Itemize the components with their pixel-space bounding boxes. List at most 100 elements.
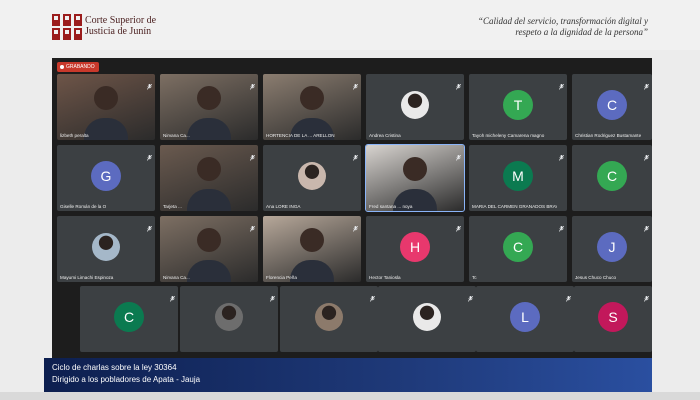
participant-tile[interactable]: L — [476, 286, 574, 352]
event-banner: Ciclo de charlas sobre la ley 30364 Diri… — [44, 358, 652, 392]
avatar: S — [598, 302, 628, 332]
participant-tile[interactable]: H Hector Taniosla — [366, 216, 464, 282]
participant-name: Nirvana Ca... — [163, 275, 190, 280]
mic-off-icon — [455, 148, 462, 161]
mic-off-icon — [352, 148, 359, 161]
slogan-line2: respeto a la dignidad de la persona” — [515, 27, 648, 37]
meeting-screen: GRABANDO lizbeth peralta Nirvana Ca... HOR… — [52, 58, 652, 358]
participant-name: Christian Rodriguez Bustamante — [575, 133, 642, 138]
mic-off-icon — [643, 77, 650, 90]
video-feed — [300, 227, 324, 252]
participant-tile[interactable]: Nirvana Ca... — [160, 74, 258, 140]
participant-tile[interactable]: C — [80, 286, 178, 352]
mic-off-icon — [249, 219, 256, 232]
avatar: M — [503, 161, 533, 191]
participant-name: HORTENCIA DE LA ... ARELLON — [266, 133, 335, 138]
mic-off-icon — [352, 77, 359, 90]
participant-name: MARIA DEL CARMEN GRANADOS BRAVO — [472, 204, 557, 209]
avatar: C — [503, 232, 533, 262]
participant-name: Tc — [472, 275, 477, 280]
mic-off-icon — [455, 77, 462, 90]
participant-tile[interactable]: Tarjeta ... — [160, 145, 258, 211]
mic-off-icon — [146, 219, 153, 232]
mic-off-icon — [269, 289, 276, 302]
avatar: J — [597, 232, 627, 262]
participant-tile[interactable]: Mayumi Limachi Espinoza — [57, 216, 155, 282]
video-feed — [197, 227, 221, 252]
participant-tile[interactable]: J Jesus Chuco Chuco — [572, 216, 652, 282]
avatar: C — [597, 90, 627, 120]
participant-name: Jesus Chuco Chuco — [575, 275, 617, 280]
participant-tile[interactable]: S — [574, 286, 652, 352]
profile-photo — [215, 303, 243, 331]
video-feed — [403, 156, 427, 181]
mic-off-icon — [169, 289, 176, 302]
mic-off-icon — [643, 289, 650, 302]
banner-title: Ciclo de charlas sobre la ley 30364 — [52, 363, 177, 372]
participant-tile[interactable] — [280, 286, 378, 352]
mic-off-icon — [558, 148, 565, 161]
participant-name: Hector Taniosla — [369, 275, 401, 280]
profile-photo — [401, 91, 429, 119]
participant-name: Tarjeta ... — [163, 204, 182, 209]
mic-off-icon — [369, 289, 376, 302]
slogan: “Calidad del servicio, transformación di… — [448, 16, 648, 38]
video-feed — [94, 85, 118, 110]
avatar: T — [503, 90, 533, 120]
participant-tile[interactable]: C — [572, 145, 652, 211]
participant-tile[interactable]: Fred santana ... noya — [365, 144, 465, 212]
participant-tile[interactable]: Nirvana Ca... — [160, 216, 258, 282]
mic-off-icon — [643, 148, 650, 161]
participant-name: Andrea Cristina — [369, 133, 401, 138]
mic-off-icon — [146, 148, 153, 161]
participant-name: Nirvana Ca... — [163, 133, 190, 138]
participant-tile[interactable]: Andrea Cristina — [366, 74, 464, 140]
mic-off-icon — [558, 219, 565, 232]
avatar: H — [400, 232, 430, 262]
banner-subtitle: Dirigido a los pobladores de Apata - Jau… — [52, 375, 201, 384]
footer-wave — [0, 392, 700, 400]
avatar: G — [91, 161, 121, 191]
avatar: L — [510, 302, 540, 332]
video-feed — [197, 156, 221, 181]
participant-name: Giselle Román de la O — [60, 204, 107, 209]
participant-name: Mayumi Limachi Espinoza — [60, 275, 114, 280]
mic-off-icon — [455, 219, 462, 232]
profile-photo — [92, 233, 120, 261]
participant-tile[interactable] — [378, 286, 476, 352]
participant-tile[interactable]: Florencia Peña — [263, 216, 361, 282]
profile-photo — [298, 162, 326, 190]
org-name-line2: Justicia de Junín — [85, 26, 152, 37]
participant-tile[interactable]: lizbeth peralta — [57, 74, 155, 140]
record-dot-icon — [60, 65, 64, 69]
video-feed — [197, 85, 221, 110]
mic-off-icon — [249, 77, 256, 90]
avatar: C — [597, 161, 627, 191]
participant-tile[interactable] — [180, 286, 278, 352]
participant-tile[interactable]: T Tayoh micheleny Camarena magno — [469, 74, 567, 140]
org-name: Corte Superior de Justicia de Junín — [85, 15, 156, 37]
profile-photo — [315, 303, 343, 331]
recording-label: GRABANDO — [66, 64, 95, 70]
participant-name: Florencia Peña — [266, 275, 297, 280]
profile-photo — [413, 303, 441, 331]
participant-tile[interactable]: G Giselle Román de la O — [57, 145, 155, 211]
court-logo-icon — [52, 14, 82, 40]
mic-off-icon — [643, 219, 650, 232]
participant-name: Tayoh micheleny Camarena magno — [472, 133, 545, 138]
avatar: C — [114, 302, 144, 332]
mic-off-icon — [565, 289, 572, 302]
participant-tile[interactable]: C Christian Rodriguez Bustamante — [572, 74, 652, 140]
participant-tile[interactable]: HORTENCIA DE LA ... ARELLON — [263, 74, 361, 140]
mic-off-icon — [249, 148, 256, 161]
org-name-line1: Corte Superior de — [85, 15, 157, 26]
participant-name: lizbeth peralta — [60, 133, 89, 138]
top-header: Corte Superior de Justicia de Junín “Cal… — [0, 0, 700, 50]
participant-tile[interactable]: C Tc — [469, 216, 567, 282]
participant-name: Fred santana ... noya — [369, 204, 413, 209]
mic-off-icon — [146, 77, 153, 90]
slogan-line1: “Calidad del servicio, transformación di… — [478, 16, 648, 26]
participant-tile[interactable]: M MARIA DEL CARMEN GRANADOS BRAVO — [469, 145, 567, 211]
mic-off-icon — [558, 77, 565, 90]
participant-tile[interactable]: Ana LORE INGA — [263, 145, 361, 211]
